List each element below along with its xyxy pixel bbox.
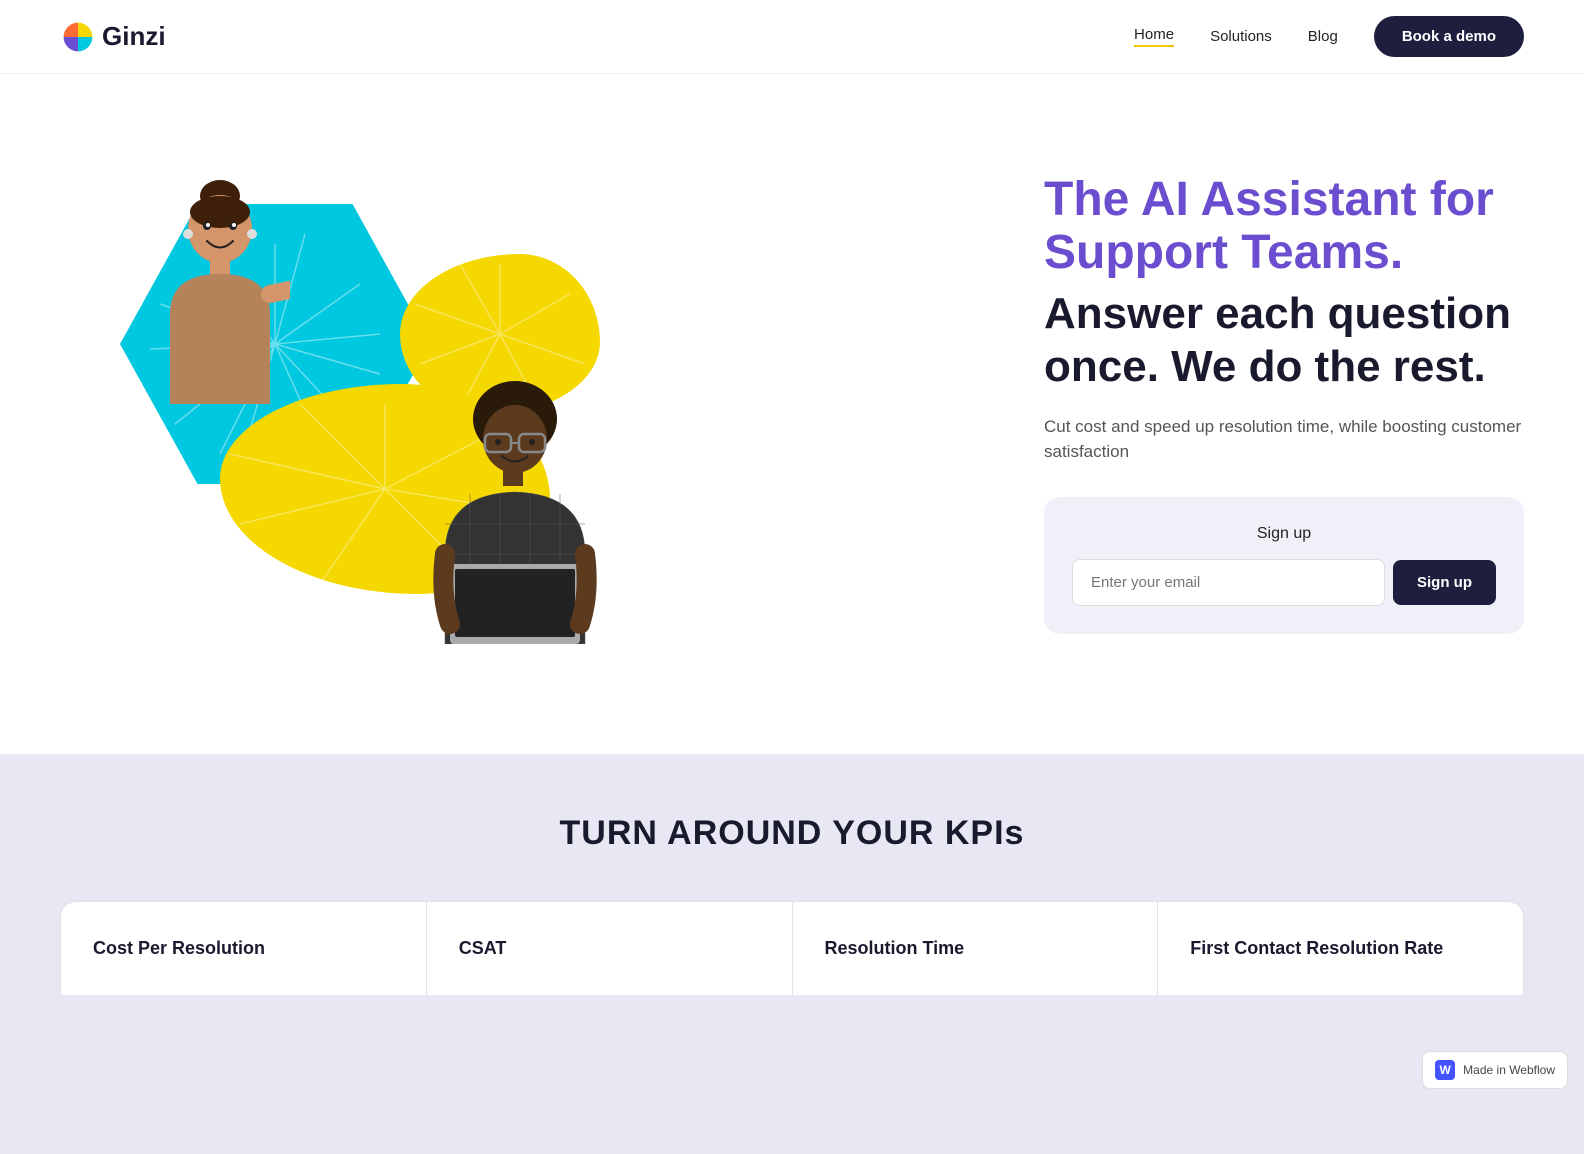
- hero-title-purple: The AI Assistant for Support Teams.: [1044, 174, 1524, 280]
- kpi-card-fcr: First Contact Resolution Rate: [1158, 902, 1523, 995]
- woman-svg: [150, 174, 290, 404]
- kpi-card-csat: CSAT: [427, 902, 793, 995]
- nav-link-blog[interactable]: Blog: [1308, 28, 1338, 45]
- signup-card: Sign up Sign up: [1044, 497, 1524, 634]
- kpi-cards: Cost Per Resolution CSAT Resolution Time…: [60, 901, 1524, 995]
- logo-icon: [60, 19, 96, 55]
- email-input[interactable]: [1072, 559, 1385, 606]
- nav-link-home[interactable]: Home: [1134, 26, 1174, 47]
- kpi-card-fcr-title: First Contact Resolution Rate: [1190, 938, 1491, 959]
- book-demo-button[interactable]: Book a demo: [1374, 16, 1524, 57]
- kpi-section: TURN AROUND YOUR KPIs Cost Per Resolutio…: [0, 754, 1584, 1154]
- hero-subtitle: Cut cost and speed up resolution time, w…: [1044, 414, 1524, 465]
- kpi-card-resolution-time-title: Resolution Time: [825, 938, 1126, 959]
- logo-text: Ginzi: [102, 21, 166, 52]
- man-svg: [430, 374, 600, 644]
- webflow-icon: W: [1435, 1060, 1455, 1080]
- webflow-badge: W Made in Webflow: [1422, 1051, 1568, 1089]
- signup-button[interactable]: Sign up: [1393, 560, 1496, 605]
- hero-section: The AI Assistant for Support Teams. Answ…: [0, 74, 1584, 754]
- kpi-card-cost-title: Cost Per Resolution: [93, 938, 394, 959]
- webflow-label: Made in Webflow: [1463, 1063, 1555, 1077]
- person-man-illustration: [430, 374, 600, 644]
- signup-label: Sign up: [1072, 525, 1496, 543]
- signup-row: Sign up: [1072, 559, 1496, 606]
- nav-links: Home Solutions Blog Book a demo: [1134, 16, 1524, 57]
- kpi-section-title: TURN AROUND YOUR KPIs: [60, 814, 1524, 853]
- hero-illustration: [60, 154, 620, 654]
- hero-content: The AI Assistant for Support Teams. Answ…: [1004, 174, 1524, 633]
- navigation: Ginzi Home Solutions Blog Book a demo: [0, 0, 1584, 74]
- kpi-card-resolution-time: Resolution Time: [793, 902, 1159, 995]
- kpi-card-csat-title: CSAT: [459, 938, 760, 959]
- person-woman-illustration: [150, 174, 290, 404]
- nav-link-solutions[interactable]: Solutions: [1210, 28, 1272, 45]
- hero-title-dark: Answer each question once. We do the res…: [1044, 288, 1524, 394]
- logo[interactable]: Ginzi: [60, 19, 166, 55]
- kpi-card-cost: Cost Per Resolution: [61, 902, 427, 995]
